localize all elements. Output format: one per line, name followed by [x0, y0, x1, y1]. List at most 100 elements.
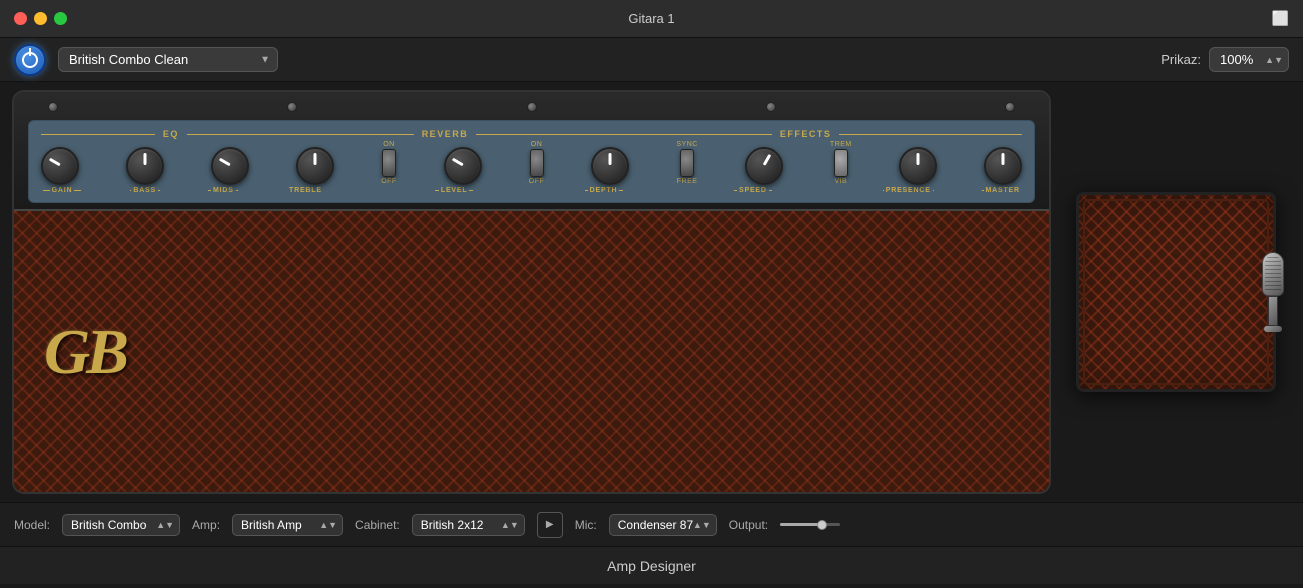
maximize-button[interactable] [54, 12, 67, 25]
effects-line-left [589, 134, 772, 135]
amp-label: Amp: [192, 518, 220, 532]
speed-knob-group [745, 147, 783, 185]
level-knob-group [444, 147, 482, 185]
gain-knob[interactable] [41, 147, 79, 185]
title-bar: Gitara 1 ⬜ [0, 0, 1303, 38]
bolt-3 [527, 102, 537, 112]
eq-line-left [41, 134, 155, 135]
presence-knob[interactable] [899, 147, 937, 185]
depth-label: DEPTH [585, 187, 623, 194]
controls-panel: EQ REVERB EFFECTS [28, 120, 1035, 203]
close-button[interactable] [14, 12, 27, 25]
power-icon [22, 52, 38, 68]
amp-grille: GB [14, 211, 1049, 492]
cabinet-select[interactable]: British 2x12British 4x12American 2x12 [412, 514, 525, 536]
depth-knob-group [591, 147, 629, 185]
amp-body: EQ REVERB EFFECTS [12, 90, 1051, 494]
eq-line-right [187, 134, 301, 135]
free-label: FREE [677, 178, 698, 185]
vib-label: VIB [834, 178, 847, 185]
reverb-section-label: REVERB [414, 129, 477, 139]
slider-track [780, 523, 840, 526]
amp-select[interactable]: British AmpAmerican Amp [232, 514, 343, 536]
mic-base [1264, 326, 1282, 332]
bottom-bar: Model: British ComboBritish LeadAmerican… [0, 502, 1303, 546]
bass-knob-group [126, 147, 164, 185]
reverb-toggle-off-label: OFF [381, 178, 397, 185]
presence-knob-group [899, 147, 937, 185]
zoom-select[interactable]: 50%75%100%150%200% [1209, 47, 1289, 72]
app-title-bar: Amp Designer [0, 546, 1303, 584]
sync-label: SYNC [676, 141, 697, 148]
preset-select[interactable]: British Combo CleanBritish Combo CrunchB… [58, 47, 278, 72]
bolt-2 [287, 102, 297, 112]
power-button[interactable] [14, 44, 46, 76]
eq-section-label: EQ [155, 129, 187, 139]
trem-toggle[interactable] [834, 149, 848, 177]
gain-label: GAIN [43, 187, 81, 194]
mids-knob-group [211, 147, 249, 185]
model-label: Model: [14, 518, 50, 532]
microphone [1258, 252, 1288, 332]
cabinet-border [1083, 199, 1269, 385]
amp-select-wrapper: British AmpAmerican Amp ▲▼ [232, 514, 343, 536]
reverb-line-left [301, 134, 414, 135]
bolt-5 [1005, 102, 1015, 112]
level-knob[interactable] [444, 147, 482, 185]
model-select[interactable]: British ComboBritish LeadAmerican Clean [62, 514, 180, 536]
gain-knob-group [41, 147, 79, 185]
toolbar: British Combo CleanBritish Combo CrunchB… [0, 38, 1303, 82]
main-area: EQ REVERB EFFECTS [0, 82, 1303, 502]
mic-label: Mic: [575, 518, 597, 532]
reverb-toggle[interactable] [382, 149, 396, 177]
window-title: Gitara 1 [628, 11, 674, 26]
bass-knob[interactable] [126, 147, 164, 185]
expand-icon[interactable]: ⬜ [1272, 10, 1289, 27]
sync-toggle[interactable] [680, 149, 694, 177]
output-label: Output: [729, 518, 768, 532]
bass-label: BASS [130, 187, 160, 194]
sync-toggle-group: SYNC FREE [676, 141, 697, 185]
slider-thumb[interactable] [817, 520, 827, 530]
toolbar-right: Prikaz: 50%75%100%150%200% ▲▼ [1161, 47, 1289, 72]
level-label: LEVEL [435, 187, 473, 194]
mic-select[interactable]: Condenser 87Dynamic 57Ribbon 121 [609, 514, 717, 536]
treble-knob[interactable] [296, 147, 334, 185]
amp-container: EQ REVERB EFFECTS [12, 90, 1051, 494]
master-knob[interactable] [984, 147, 1022, 185]
reverb-line-right [476, 134, 589, 135]
trem-label: TREM [830, 141, 852, 148]
preset-wrapper: British Combo CleanBritish Combo CrunchB… [46, 47, 278, 72]
cabinet-select-wrapper: British 2x12British 4x12American 2x12 ▲▼ [412, 514, 525, 536]
mic-body [1268, 296, 1278, 326]
bolt-row-top [28, 102, 1035, 112]
slider-fill [780, 523, 822, 526]
effects-section-label: EFFECTS [772, 129, 840, 139]
app-title: Amp Designer [607, 558, 696, 574]
minimize-button[interactable] [34, 12, 47, 25]
effects-line-right [839, 134, 1022, 135]
effects-toggle1-group: ON OFF [529, 141, 545, 185]
amp-top: EQ REVERB EFFECTS [14, 92, 1049, 211]
presence-label: PRESENCE [883, 187, 933, 194]
bolt-4 [766, 102, 776, 112]
effects-toggle1-on-label: ON [531, 141, 543, 148]
mic-head [1262, 252, 1284, 296]
bolt-1 [48, 102, 58, 112]
treble-knob-group [296, 147, 334, 185]
all-knobs-row: ON OFF ON OFF [41, 141, 1022, 185]
model-select-wrapper: British ComboBritish LeadAmerican Clean … [62, 514, 180, 536]
depth-knob[interactable] [591, 147, 629, 185]
master-knob-group [984, 147, 1022, 185]
play-button[interactable]: ▶ [537, 512, 563, 538]
effects-toggle1-off-label: OFF [529, 178, 545, 185]
master-label: MASTER [982, 187, 1020, 194]
cabinet-label: Cabinet: [355, 518, 400, 532]
gb-logo: GB [44, 315, 125, 389]
speed-knob[interactable] [745, 147, 783, 185]
trem-toggle-group: TREM VIB [830, 141, 852, 185]
mids-knob[interactable] [211, 147, 249, 185]
speed-label: SPEED [734, 187, 772, 194]
output-slider[interactable] [780, 523, 840, 526]
effects-toggle1[interactable] [530, 149, 544, 177]
